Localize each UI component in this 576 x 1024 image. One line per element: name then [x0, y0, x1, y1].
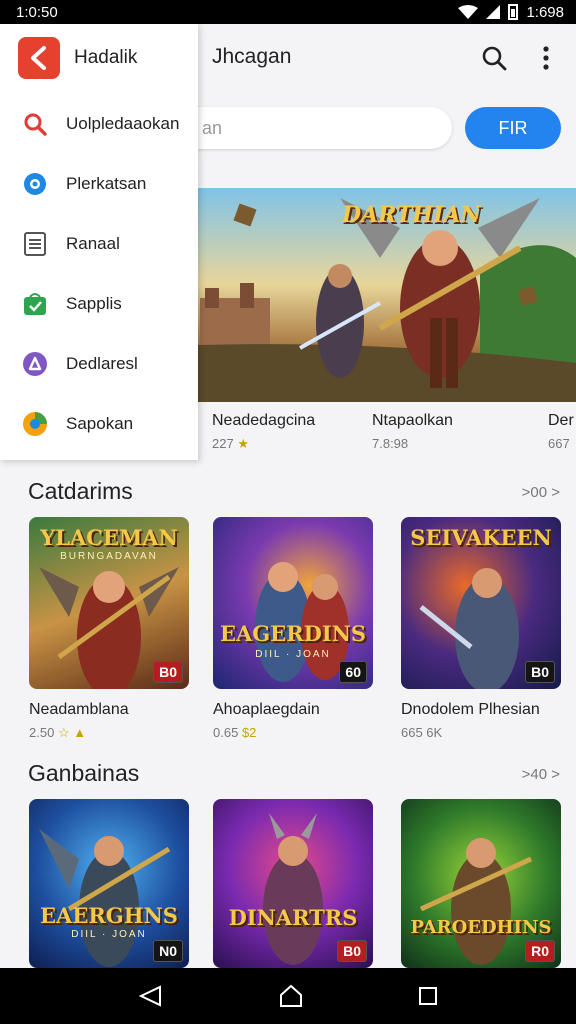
drawer-app-name: Hadalik [74, 47, 138, 68]
game-card[interactable]: YLACEMAN BURNGADAVAN B0 Neadamblana 2.50… [29, 517, 189, 741]
card-name: Dnodolem Plhesian [401, 701, 540, 718]
card-meta: 665 6K [401, 725, 443, 740]
section-title: Catdarims [28, 478, 133, 504]
navigation-drawer: Hadalik Uolpledaaokan Plerkatsan Ranaal … [0, 24, 198, 460]
game-thumbnail: EAGERDINS DIIL · JOAN 60 [213, 517, 373, 689]
featured-item-meta: 227 ★ [212, 436, 315, 452]
star-icon: ★ [237, 436, 249, 451]
featured-item-meta: 667 [548, 436, 570, 451]
drawer-item-shopping[interactable]: Sapplis [0, 274, 198, 334]
featured-item-name: Ntapaolkan [372, 412, 453, 429]
game-thumbnail: YLACEMAN BURNGADAVAN B0 [29, 517, 189, 689]
home-icon[interactable] [279, 984, 303, 1008]
signal-icon [486, 5, 501, 19]
featured-item-name: Neadedagcina [212, 412, 316, 429]
search-icon [482, 46, 507, 71]
card-badge: B0 [525, 661, 555, 683]
search-submit-button[interactable]: FIR [465, 107, 561, 149]
search-button[interactable] [474, 38, 514, 78]
thumbnail-title: PAROEDHINS [410, 917, 552, 938]
thumbnail-title: SEIVAKEEN [410, 525, 552, 550]
more-options-button[interactable] [526, 38, 566, 78]
drawer-item-label: Sapokan [66, 414, 134, 433]
card-name: Ahoaplaegdain [213, 701, 320, 718]
card-meta: 2.50 ☆ ▲ [29, 725, 189, 741]
search-placeholder: an [202, 117, 223, 138]
featured-item[interactable]: Neadedagcina 227 ★ [212, 412, 315, 452]
thumbnail-title: YLACEMAN [40, 525, 178, 550]
section-header: Ganbainas >40 > [0, 760, 576, 792]
game-card[interactable]: PAROEDHINS R0 [401, 799, 561, 968]
game-thumbnail: SEIVAKEEN B0 [401, 517, 561, 689]
thumbnail-subtitle: DIIL · JOAN [71, 929, 147, 940]
section-header: Catdarims >00 > [0, 478, 576, 510]
banner-title: DARTHIAN [342, 202, 481, 228]
featured-item[interactable]: Ntapaolkan 7.8:98 [372, 412, 453, 451]
drawer-item-label: Plerkatsan [66, 174, 147, 193]
game-card[interactable]: EAGERDINS DIIL · JOAN 60 Ahoaplaegdain 0… [213, 517, 373, 740]
card-badge: N0 [153, 940, 183, 962]
card-name: Neadamblana [29, 701, 129, 718]
thumbnail-subtitle: BURNGADAVAN [60, 551, 158, 562]
featured-item-name: Der [548, 412, 574, 429]
card-badge: R0 [525, 940, 555, 962]
see-all-link[interactable]: >40 > [522, 766, 560, 783]
card-badge: 60 [339, 661, 367, 683]
drawer-item-globe[interactable]: Sapokan [0, 394, 198, 454]
featured-item-meta: 7.8:98 [372, 436, 409, 451]
drawer-item-search[interactable]: Uolpledaaokan [0, 94, 198, 154]
status-icons: 1:698 [458, 4, 564, 21]
rating-icon: $2 [241, 725, 257, 740]
list-icon [20, 229, 50, 259]
drawer-item-shield[interactable]: Dedlaresl [0, 334, 198, 394]
section-title: Ganbainas [28, 760, 140, 786]
game-card[interactable]: DINARTRS B0 [213, 799, 373, 968]
shield-icon [20, 349, 50, 379]
drawer-item-label: Uolpledaaokan [66, 114, 180, 133]
app-title: Jhcagan [212, 45, 292, 68]
battery-icon [508, 4, 519, 20]
game-card[interactable]: EAERGHNS DIIL · JOAN N0 [29, 799, 189, 968]
thumbnail-title: EAERGHNS [40, 903, 178, 928]
thumbnail-title: DINARTRS [228, 905, 358, 930]
card-rating-value: 2.50 [29, 725, 55, 740]
thumbnail-subtitle: DIIL · JOAN [255, 649, 331, 660]
battery-text: 1:698 [526, 3, 564, 21]
drawer-item-list[interactable]: Ranaal [0, 214, 198, 274]
app-logo-icon[interactable] [18, 37, 60, 79]
game-thumbnail: PAROEDHINS R0 [401, 799, 561, 968]
drawer-item-settings[interactable]: Plerkatsan [0, 154, 198, 214]
featured-item[interactable]: Der 667 [548, 412, 574, 451]
shopping-bag-icon [20, 289, 50, 319]
game-card[interactable]: SEIVAKEEN B0 Dnodolem Plhesian 665 6K [401, 517, 561, 740]
status-time: 1:0:50 [16, 3, 58, 21]
wifi-icon [458, 5, 479, 19]
recents-icon[interactable] [418, 986, 438, 1006]
globe-icon [20, 409, 50, 439]
game-thumbnail: DINARTRS B0 [213, 799, 373, 968]
drawer-item-label: Ranaal [66, 234, 120, 253]
drawer-item-label: Dedlaresl [66, 354, 138, 373]
see-all-link[interactable]: >00 > [522, 484, 560, 501]
card-badge: B0 [337, 940, 367, 962]
card-badge: B0 [153, 661, 183, 683]
game-thumbnail: EAERGHNS DIIL · JOAN N0 [29, 799, 189, 968]
featured-item-count: 227 [212, 436, 234, 451]
thumbnail-title: EAGERDINS [219, 621, 367, 646]
drawer-item-label: Sapplis [66, 294, 122, 313]
drawer-header: Hadalik [0, 24, 198, 90]
settings-icon [20, 169, 50, 199]
back-icon[interactable] [138, 985, 164, 1007]
search-icon [20, 109, 50, 139]
star-outline-icon: ☆ ▲ [57, 725, 87, 740]
system-navigation-bar [0, 968, 576, 1024]
status-bar: 1:0:50 1:698 [0, 0, 576, 24]
more-vert-icon [543, 46, 549, 70]
card-rating-value: 0.65 [213, 725, 239, 740]
back-arrow-icon [31, 46, 46, 70]
card-meta: 0.65 $2 [213, 725, 373, 740]
